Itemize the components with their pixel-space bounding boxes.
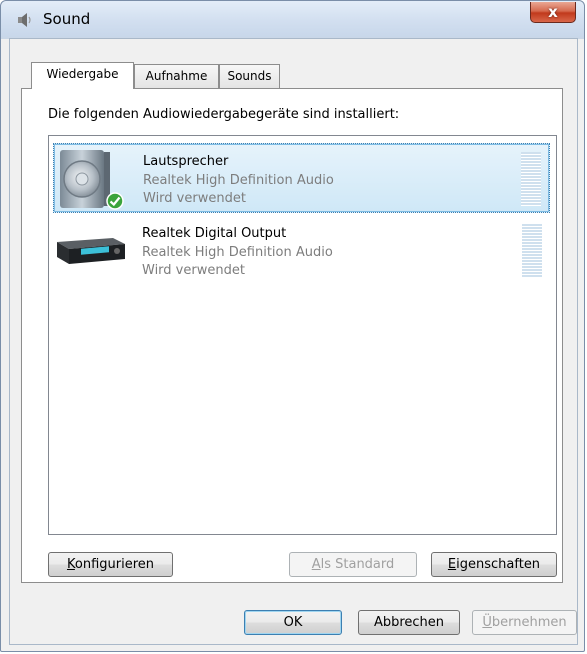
volume-meter [522, 224, 542, 278]
title-bar[interactable]: Sound [1, 1, 584, 37]
set-default-button[interactable]: Als Standard [289, 552, 417, 577]
list-item-realtek-digital-output[interactable]: Realtek Digital Output Realtek High Defi… [53, 216, 550, 286]
ok-button[interactable]: OK [244, 610, 342, 635]
window-title: Sound [43, 10, 91, 28]
tab-label: Sounds [227, 69, 272, 83]
properties-button[interactable]: Eigenschaften [431, 552, 557, 577]
devices-heading: Die folgenden Audiowiedergabegeräte sind… [48, 107, 400, 122]
device-list[interactable]: Lautsprecher Realtek High Definition Aud… [48, 135, 557, 535]
speaker-icon [18, 13, 31, 27]
device-status: Wird verwendet [142, 263, 245, 278]
properties-button-label: Eigenschaften [447, 557, 541, 572]
device-driver: Realtek High Definition Audio [142, 245, 333, 260]
default-check-icon [106, 192, 124, 210]
digital-output-icon [57, 238, 125, 264]
tab-wiedergabe[interactable]: Wiedergabe [31, 62, 134, 89]
cancel-button[interactable]: Abbrechen [358, 610, 460, 635]
tab-sounds[interactable]: Sounds [219, 64, 280, 88]
device-name: Lautsprecher [143, 154, 229, 169]
close-icon: x [548, 3, 558, 21]
sound-dialog-window: Sound x Wiedergabe Aufnahme Sounds Die f… [0, 0, 585, 652]
device-status: Wird verwendet [143, 191, 246, 206]
close-button[interactable]: x [530, 2, 576, 23]
apply-button[interactable]: Übernehmen [472, 610, 577, 635]
volume-meter [521, 152, 541, 206]
tab-label: Wiedergabe [46, 67, 119, 81]
tab-aufnahme[interactable]: Aufnahme [134, 64, 219, 88]
device-driver: Realtek High Definition Audio [143, 173, 334, 188]
configure-button[interactable]: Konfigurieren [48, 552, 173, 577]
set-default-button-label: Als Standard [311, 557, 395, 572]
device-name: Realtek Digital Output [142, 226, 287, 241]
configure-button-label: Konfigurieren [66, 557, 154, 572]
apply-button-label: Übernehmen [482, 615, 567, 630]
list-item-lautsprecher[interactable]: Lautsprecher Realtek High Definition Aud… [53, 143, 550, 213]
tab-label: Aufnahme [145, 69, 208, 83]
